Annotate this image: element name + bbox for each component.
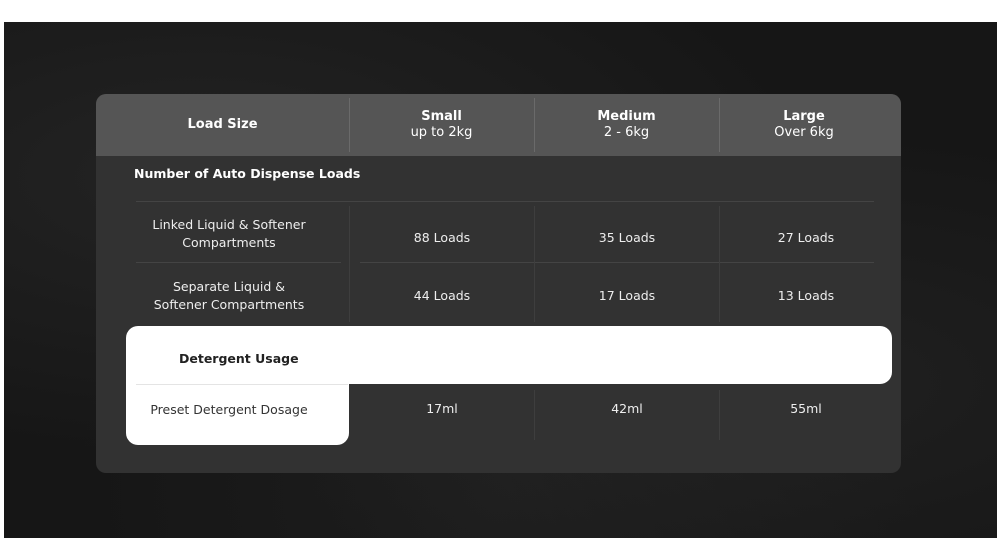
cell-linked-medium: 35 Loads xyxy=(598,230,656,245)
row-label-separate: Separate Liquid & Softener Compartments xyxy=(153,279,305,312)
row-divider xyxy=(136,262,341,263)
row-label-preset-dosage: Preset Detergent Dosage xyxy=(150,402,308,417)
section-title-auto-dispense: Number of Auto Dispense Loads xyxy=(134,166,361,181)
header-medium-subtitle: 2 - 6kg xyxy=(603,125,650,140)
header-large-subtitle: Over 6kg xyxy=(774,125,834,140)
cell-separate-large: 13 Loads xyxy=(777,288,835,303)
cell-dosage-medium: 42ml xyxy=(611,401,643,416)
header-load-size-label: Load Size xyxy=(187,117,258,132)
header-small: Small up to 2kg xyxy=(349,94,534,156)
cell-linked-large: 27 Loads xyxy=(777,230,835,245)
header-large: Large Over 6kg xyxy=(719,94,889,156)
row-divider xyxy=(136,201,874,202)
header-small-subtitle: up to 2kg xyxy=(410,125,473,140)
row-divider xyxy=(136,384,348,385)
cell-linked-small: 88 Loads xyxy=(413,230,471,245)
cell-dosage-small: 17ml xyxy=(426,401,458,416)
header-load-size: Load Size xyxy=(96,94,349,156)
cell-separate-small: 44 Loads xyxy=(413,288,471,303)
cell-dosage-large: 55ml xyxy=(790,401,822,416)
table-header: Load Size Small up to 2kg Medium 2 - 6kg… xyxy=(96,94,901,156)
cell-separate-medium: 17 Loads xyxy=(598,288,656,303)
header-medium-title: Medium xyxy=(597,109,656,124)
header-medium: Medium 2 - 6kg xyxy=(534,94,719,156)
header-small-title: Small xyxy=(421,109,462,124)
row-label-linked: Linked Liquid & Softener Compartments xyxy=(152,217,306,250)
section-title-detergent-usage: Detergent Usage xyxy=(179,351,299,366)
header-large-title: Large xyxy=(783,109,825,124)
